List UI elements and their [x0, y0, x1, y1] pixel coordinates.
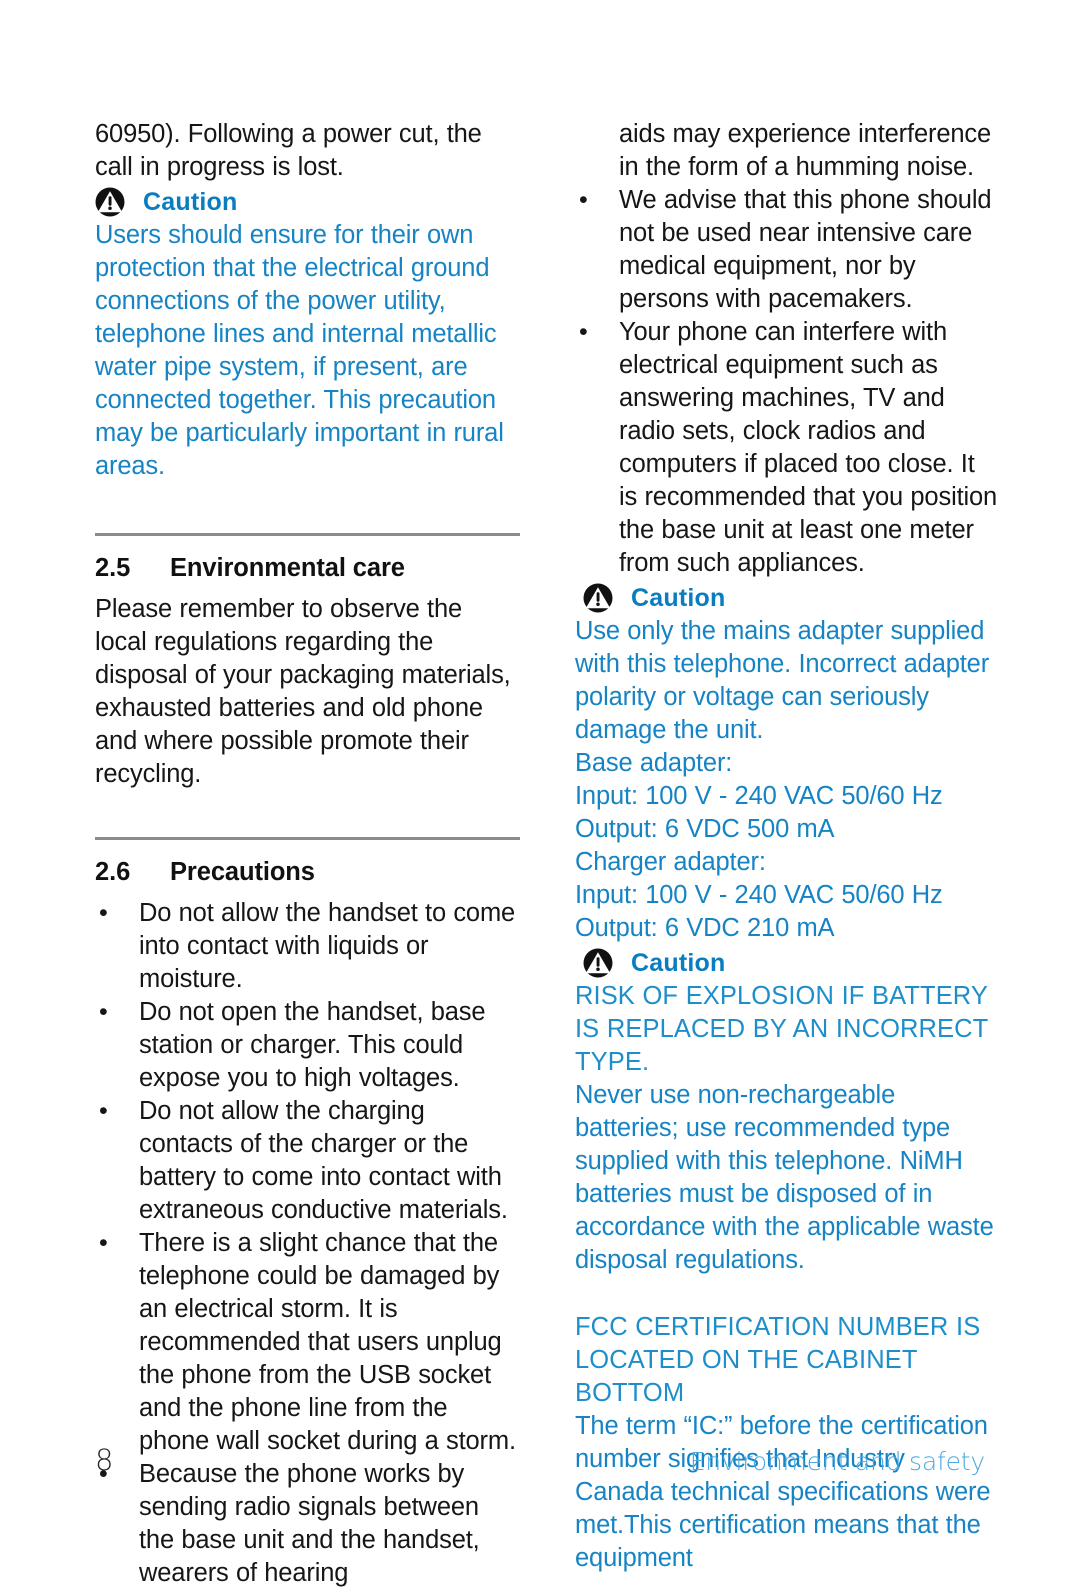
continued-paragraph: 60950). Following a power cut, the call … [95, 120, 482, 181]
list-item-text: Your phone can interfere with electrical… [619, 318, 998, 577]
adapter-spec-base-output: Output: 6 VDC 500 mA [575, 815, 835, 843]
list-item-continuation: aids may experience interference in the … [575, 118, 1000, 184]
fcc-body: The term “IC:” before the certification … [575, 1412, 991, 1572]
list-item-text: Do not open the handset, base station or… [139, 998, 486, 1092]
warning-triangle-icon [95, 187, 125, 217]
page-footer: 8 Environment and safety [95, 1443, 985, 1477]
battery-warning-heading: RISK OF EXPLOSION IF BATTERY IS REPLACED… [575, 982, 988, 1076]
list-item-text: aids may experience interference in the … [619, 120, 992, 181]
bullet-icon: • [99, 1460, 108, 1488]
precautions-list: • Do not allow the handset to come into … [95, 897, 520, 1590]
adapter-spec-charger-output: Output: 6 VDC 210 mA [575, 914, 835, 942]
caution-heading-3: Caution [575, 946, 1000, 980]
list-item: • Do not open the handset, base station … [95, 996, 520, 1095]
caution-heading-2: Caution [575, 581, 1000, 615]
list-item: • There is a slight chance that the tele… [95, 1227, 520, 1458]
adapter-spec-charger-input: Input: 100 V - 240 VAC 50/60 Hz [575, 881, 943, 909]
section-number: 2.5 [95, 554, 131, 582]
section-number: 2.6 [95, 858, 131, 886]
warning-triangle-icon [583, 948, 613, 978]
caution-label: Caution [631, 948, 726, 977]
adapter-spec-charger-label: Charger adapter: [575, 848, 766, 876]
list-item: • Do not allow the charging contacts of … [95, 1095, 520, 1227]
caution-body-2: Use only the mains adapter supplied with… [575, 617, 990, 744]
list-item-text: Because the phone works by sending radio… [139, 1460, 480, 1587]
list-item-text: There is a slight chance that the teleph… [139, 1229, 516, 1455]
bullet-icon: • [579, 318, 588, 346]
bullet-icon: • [99, 1097, 108, 1125]
two-column-layout: 60950). Following a power cut, the call … [95, 118, 997, 1587]
list-item-text: We advise that this phone should not be … [619, 186, 992, 313]
caution-label: Caution [143, 187, 238, 216]
section-title: Environmental care [170, 554, 405, 582]
precautions-list-continued: aids may experience interference in the … [575, 118, 1000, 580]
section-title: Precautions [170, 858, 315, 886]
manual-page: 60950). Following a power cut, the call … [0, 0, 1080, 1587]
warning-triangle-icon [583, 583, 613, 613]
battery-warning-body: Never use non-rechargeable batteries; us… [575, 1081, 994, 1274]
caution-label: Caution [631, 583, 726, 612]
caution-body-1: Users should ensure for their own protec… [95, 221, 504, 480]
list-item: • Do not allow the handset to come into … [95, 897, 520, 996]
bullet-icon: • [99, 998, 108, 1026]
footer-section-title: Environment and safety [689, 1447, 985, 1476]
list-item: • Your phone can interfere with electric… [575, 316, 1000, 580]
page-number: 8 [95, 1443, 114, 1477]
adapter-spec-base-input: Input: 100 V - 240 VAC 50/60 Hz [575, 782, 943, 810]
list-item: • Because the phone works by sending rad… [95, 1458, 520, 1590]
caution-heading-1: Caution [95, 185, 520, 219]
bullet-icon: • [99, 899, 108, 927]
section-body-2-5: Please remember to observe the local reg… [95, 595, 511, 788]
left-column: 60950). Following a power cut, the call … [95, 118, 520, 1587]
list-item: • We advise that this phone should not b… [575, 184, 1000, 316]
bullet-icon: • [579, 186, 588, 214]
list-item-text: Do not allow the handset to come into co… [139, 899, 516, 993]
adapter-spec-base-label: Base adapter: [575, 749, 733, 777]
right-column: aids may experience interference in the … [575, 118, 1000, 1572]
list-item-text: Do not allow the charging contacts of th… [139, 1097, 508, 1224]
section-heading-2-5: 2.5 Environmental care [95, 554, 520, 583]
section-heading-2-6: 2.6 Precautions [95, 858, 520, 887]
fcc-heading: FCC CERTIFICATION NUMBER IS LOCATED ON T… [575, 1313, 981, 1407]
bullet-icon: • [99, 1229, 108, 1257]
bullet-placeholder [575, 118, 619, 184]
